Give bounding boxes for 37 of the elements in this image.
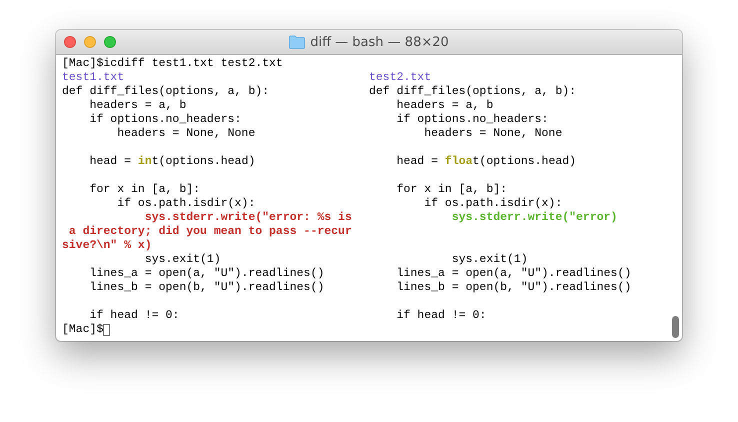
code-line: sys.exit(1)	[450, 253, 528, 267]
window-title: diff — bash — 88×20	[310, 34, 449, 50]
zoom-button[interactable]	[104, 36, 116, 48]
code-line: test1.txt	[62, 71, 124, 85]
code-line: for x in [a, b]:	[88, 183, 200, 197]
code-line: test2.txt	[369, 71, 432, 85]
code-line: sive?\n" % x)	[62, 239, 152, 253]
code-line: headers = a, b	[396, 99, 494, 113]
code-line: headers = None, None	[116, 127, 256, 141]
code-line: if head != 0:	[88, 309, 180, 323]
code-line: def diff_files(options, a, b):	[62, 85, 270, 99]
folder-icon	[289, 35, 306, 49]
code-line: if os.path.isdir(x):	[423, 197, 562, 211]
code-line: if os.path.isdir(x):	[116, 197, 256, 211]
command-line: [Mac]$icdiff test1.txt test2.txt	[62, 57, 283, 71]
code-line: if head != 0:	[396, 309, 486, 323]
code-line: if options.no_headers:	[88, 113, 242, 127]
code-line: lines_a = open(a, "U").readlines()	[88, 267, 324, 281]
code-line: headers = None, None	[423, 127, 562, 141]
code-line: lines_b = open(b, "U").readlines()	[396, 281, 632, 295]
code-line: for x in [a, b]:	[396, 183, 508, 197]
code-line: lines_a = open(a, "U").readlines()	[396, 267, 632, 281]
code-line: def diff_files(options, a, b):	[369, 85, 576, 99]
prompt: [Mac]$	[62, 323, 104, 337]
code-line: a directory; did you mean to pass --recur	[68, 225, 352, 239]
code-line: head = int(options.head)	[88, 155, 256, 169]
cursor	[103, 324, 110, 336]
code-line: if options.no_headers:	[396, 113, 548, 127]
code-line: sys.stderr.write("error: %s is	[144, 211, 352, 225]
code-line: sys.stderr.write("error)	[450, 211, 618, 225]
minimize-button[interactable]	[84, 36, 96, 48]
code-line: lines_b = open(b, "U").readlines()	[88, 281, 324, 295]
code-line: head = float(options.head)	[396, 155, 576, 169]
code-line: headers = a, b	[88, 99, 186, 113]
code-line: sys.exit(1)	[144, 253, 221, 267]
scrollbar-thumb[interactable]	[672, 316, 679, 338]
close-button[interactable]	[64, 36, 76, 48]
